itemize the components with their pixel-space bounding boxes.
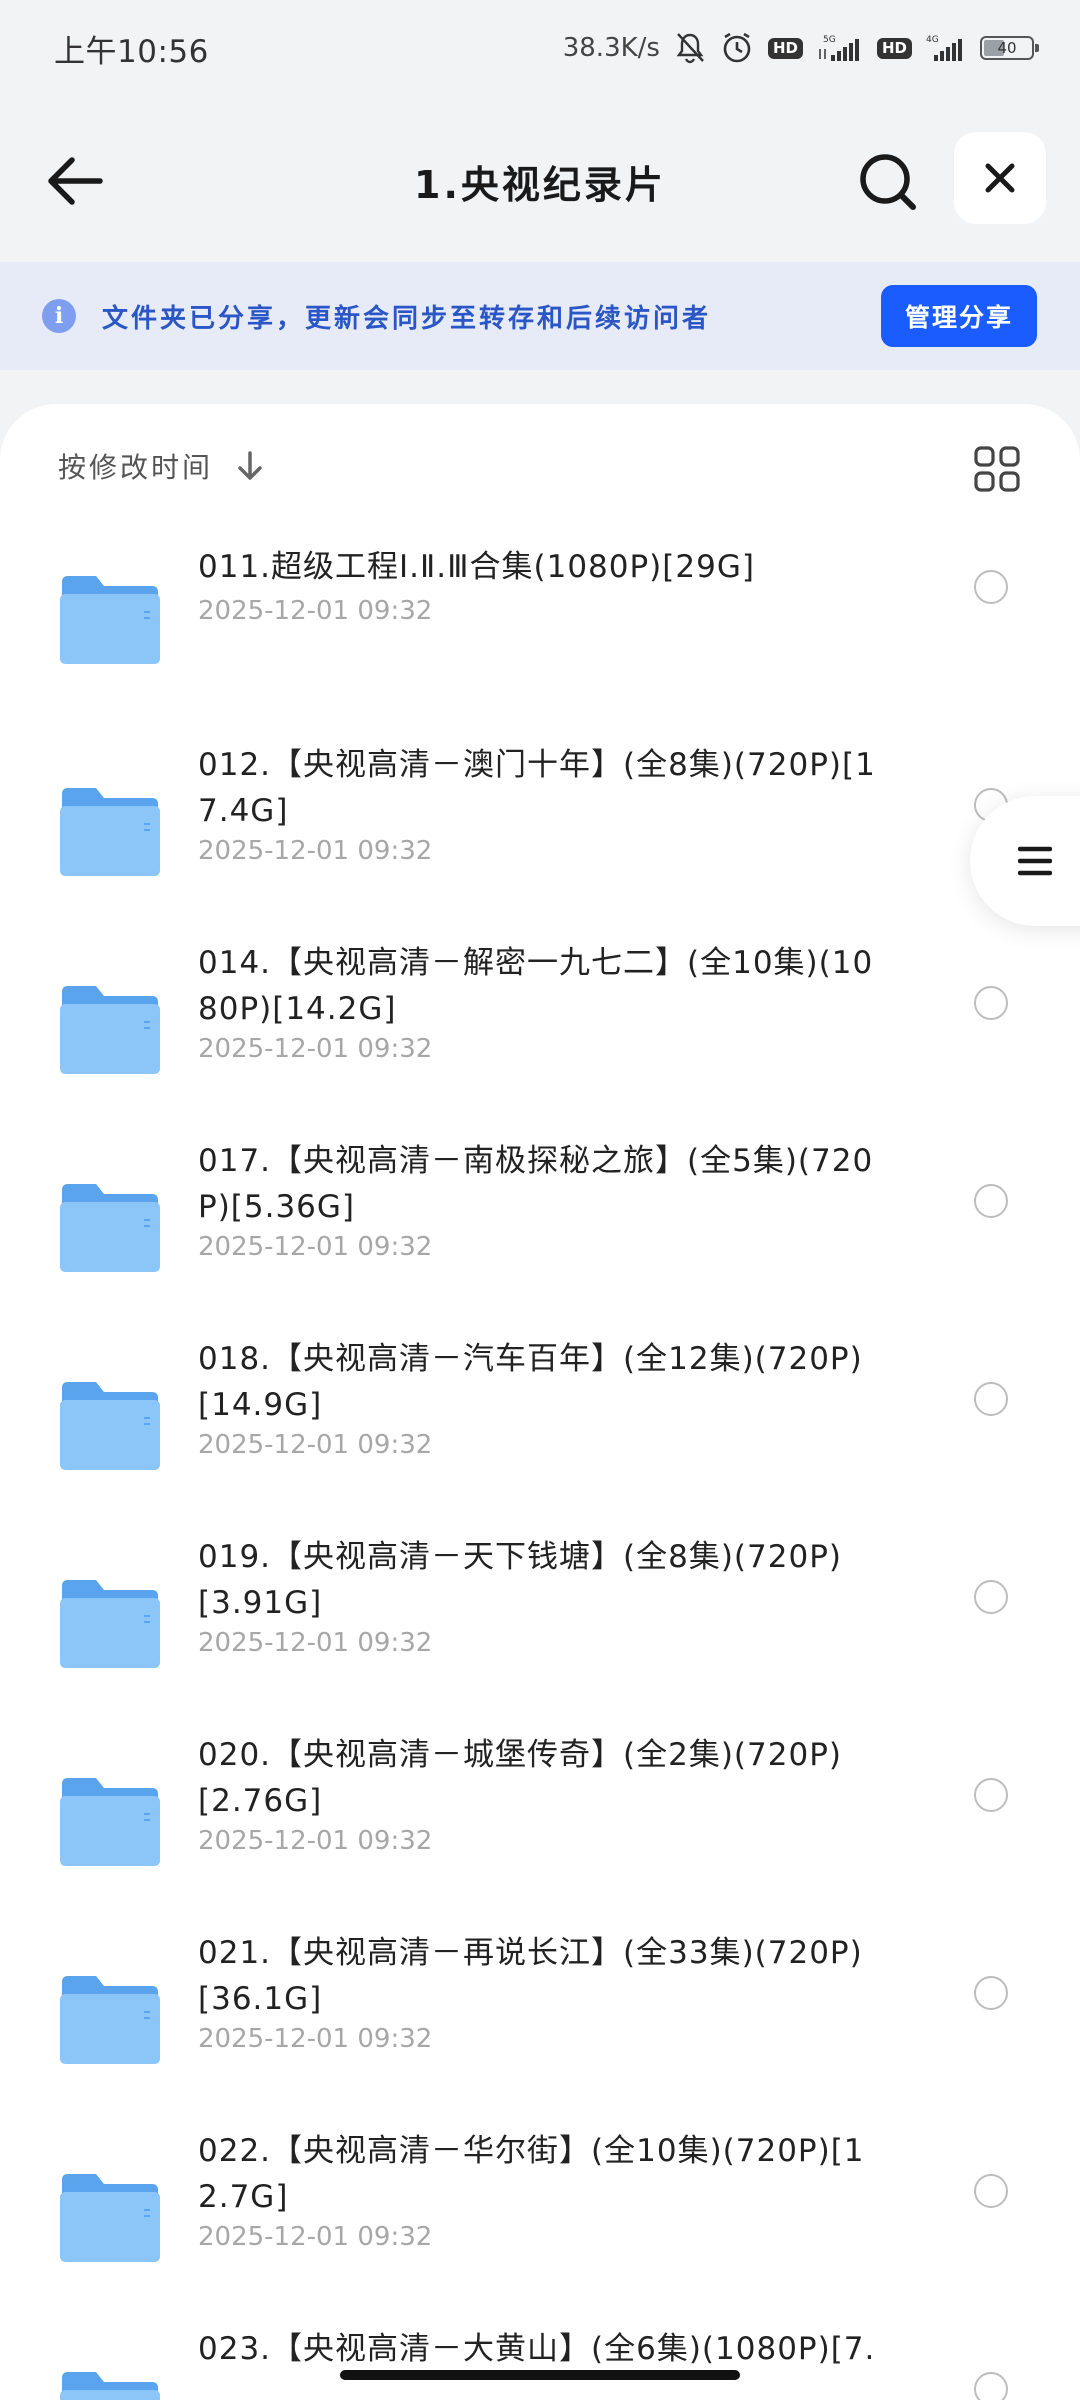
arrow-down-icon — [235, 450, 265, 482]
file-date: 2025-12-01 09:32 — [198, 1628, 433, 1658]
close-button[interactable] — [954, 132, 1046, 224]
file-name: 021.【央视高清－再说长江】(全33集)(720P)[36.1G] — [198, 1935, 863, 2017]
file-name: 022.【央视高清－华尔街】(全10集)(720P)[12.7G] — [198, 2133, 865, 2215]
file-list-card: 按修改时间 011.超级工程Ⅰ.Ⅱ.Ⅲ合集(1080P)[29G] 2025-12… — [0, 404, 1080, 2400]
file-row[interactable]: 011.超级工程Ⅰ.Ⅱ.Ⅲ合集(1080P)[29G] 2025-12-01 09… — [0, 534, 1080, 732]
file-name: 014.【央视高清－解密一九七二】(全10集)(1080P)[14.2G] — [198, 945, 874, 1027]
file-name: 019.【央视高清－天下钱塘】(全8集)(720P)[3.91G] — [198, 1539, 842, 1621]
menu-icon — [1018, 846, 1052, 876]
svg-text:4G: 4G — [926, 35, 939, 45]
search-icon — [860, 154, 916, 210]
close-icon — [985, 163, 1015, 193]
file-date: 2025-12-01 09:32 — [198, 596, 433, 626]
file-name: 017.【央视高清－南极探秘之旅】(全5集)(720P)[5.36G] — [198, 1143, 874, 1225]
file-date: 2025-12-01 09:32 — [198, 1826, 433, 1856]
file-date: 2025-12-01 09:32 — [198, 1034, 433, 1064]
network-speed: 38.3K/s — [562, 33, 660, 63]
hd-badge-1: HD — [767, 37, 803, 59]
hd-badge-2: HD — [876, 37, 912, 59]
file-row[interactable]: 022.【央视高清－华尔街】(全10集)(720P)[12.7G] 2025-12… — [0, 2118, 1080, 2316]
file-date: 2025-12-01 09:32 — [198, 2222, 433, 2252]
bell-off-icon — [674, 31, 706, 65]
status-time: 上午10:56 — [54, 33, 209, 70]
header: 1.央视纪录片 — [0, 110, 1080, 250]
home-indicator[interactable] — [340, 2370, 740, 2380]
folder-icon — [58, 1774, 162, 1866]
grid-view-button[interactable] — [972, 444, 1022, 494]
file-name: 011.超级工程Ⅰ.Ⅱ.Ⅲ合集(1080P)[29G] — [198, 549, 755, 585]
file-row[interactable]: 023.【央视高清－大黄山】(全6集)(1080P)[7. — [0, 2316, 1080, 2400]
select-checkbox[interactable] — [974, 1382, 1008, 1416]
file-row[interactable]: 017.【央视高清－南极探秘之旅】(全5集)(720P)[5.36G] 2025-… — [0, 1128, 1080, 1326]
manage-share-button[interactable]: 管理分享 — [881, 285, 1037, 347]
folder-icon — [58, 2170, 162, 2262]
select-checkbox[interactable] — [974, 1184, 1008, 1218]
signal-5g-icon: 5G — [817, 33, 863, 63]
file-name: 023.【央视高清－大黄山】(全6集)(1080P)[7. — [198, 2331, 876, 2367]
file-name: 012.【央视高清－澳门十年】(全8集)(720P)[17.4G] — [198, 747, 876, 829]
file-row[interactable]: 019.【央视高清－天下钱塘】(全8集)(720P)[3.91G] 2025-12… — [0, 1524, 1080, 1722]
file-row[interactable]: 021.【央视高清－再说长江】(全33集)(720P)[36.1G] 2025-1… — [0, 1920, 1080, 2118]
file-row[interactable]: 012.【央视高清－澳门十年】(全8集)(720P)[17.4G] 2025-12… — [0, 732, 1080, 930]
folder-icon — [58, 572, 162, 664]
select-checkbox[interactable] — [974, 1976, 1008, 2010]
folder-icon — [58, 982, 162, 1074]
select-checkbox[interactable] — [974, 570, 1008, 604]
file-date: 2025-12-01 09:32 — [198, 1232, 433, 1262]
alarm-icon — [720, 31, 754, 65]
select-checkbox[interactable] — [974, 1778, 1008, 1812]
folder-icon — [58, 1180, 162, 1272]
share-status-text: 文件夹已分享，更新会同步至转存和后续访问者 — [102, 303, 712, 334]
signal-4g-icon: 4G — [926, 33, 966, 63]
file-row[interactable]: 014.【央视高清－解密一九七二】(全10集)(1080P)[14.2G] 202… — [0, 930, 1080, 1128]
status-bar: 上午10:56 38.3K/s HD 5G HD 4G 40 — [0, 0, 1080, 96]
file-date: 2025-12-01 09:32 — [198, 2024, 433, 2054]
file-name: 020.【央视高清－城堡传奇】(全2集)(720P)[2.76G] — [198, 1737, 842, 1819]
battery-level: 40 — [997, 39, 1017, 57]
folder-icon — [58, 784, 162, 876]
folder-icon — [58, 1972, 162, 2064]
sort-control[interactable]: 按修改时间 — [58, 446, 265, 486]
file-date: 2025-12-01 09:32 — [198, 1430, 433, 1460]
select-checkbox[interactable] — [974, 1580, 1008, 1614]
folder-icon — [58, 1576, 162, 1668]
svg-text:5G: 5G — [823, 35, 836, 45]
folder-icon — [58, 1378, 162, 1470]
status-icons: 38.3K/s HD 5G HD 4G 40 — [562, 31, 1039, 65]
folder-icon — [58, 2368, 162, 2400]
select-checkbox[interactable] — [974, 986, 1008, 1020]
battery-icon: 40 — [980, 36, 1039, 60]
search-button[interactable] — [852, 146, 924, 218]
file-row[interactable]: 018.【央视高清－汽车百年】(全12集)(720P)[14.9G] 2025-1… — [0, 1326, 1080, 1524]
share-banner: i 文件夹已分享，更新会同步至转存和后续访问者 管理分享 — [0, 262, 1080, 370]
select-checkbox[interactable] — [974, 2372, 1008, 2400]
file-name: 018.【央视高清－汽车百年】(全12集)(720P)[14.9G] — [198, 1341, 863, 1423]
file-date: 2025-12-01 09:32 — [198, 836, 433, 866]
info-icon: i — [42, 299, 76, 333]
sort-label: 按修改时间 — [58, 451, 214, 484]
select-checkbox[interactable] — [974, 2174, 1008, 2208]
grid-view-icon — [974, 446, 1020, 492]
file-row[interactable]: 020.【央视高清－城堡传奇】(全2集)(720P)[2.76G] 2025-12… — [0, 1722, 1080, 1920]
